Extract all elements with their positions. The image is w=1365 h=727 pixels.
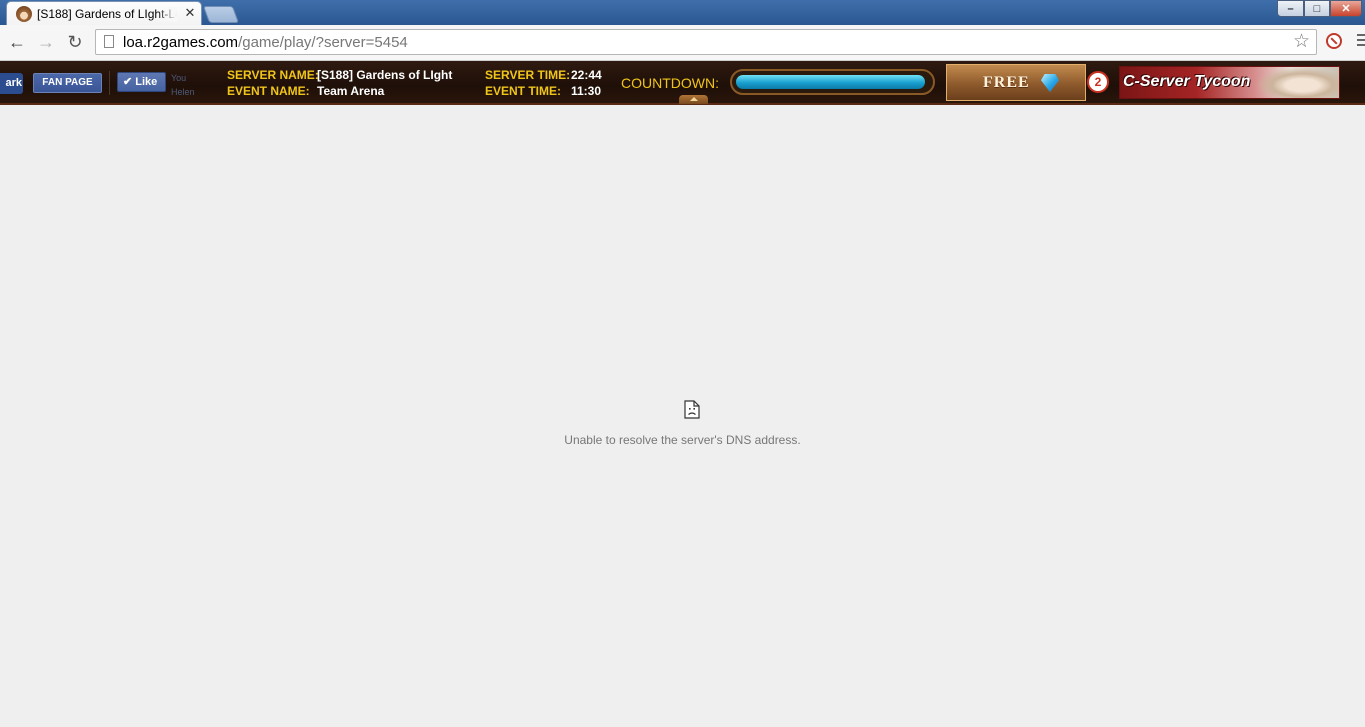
url-host: loa.r2games.com: [123, 34, 239, 51]
url-path: /game/play/?server=5454: [238, 34, 408, 51]
server-name-label: SERVER NAME:: [227, 68, 319, 82]
free-gems-banner[interactable]: FREE: [946, 64, 1086, 101]
new-tab-button[interactable]: [202, 6, 240, 23]
notification-badge-icon[interactable]: 2: [1087, 71, 1109, 93]
countdown-label: COUNTDOWN:: [621, 75, 719, 91]
event-name-label: EVENT NAME:: [227, 84, 310, 98]
window-close-button[interactable]: ✕: [1330, 0, 1362, 17]
window-minimize-button[interactable]: –: [1277, 0, 1304, 17]
event-time-label: EVENT TIME:: [485, 84, 562, 98]
free-banner-text: FREE: [983, 74, 1030, 91]
page-icon: [104, 35, 114, 48]
event-time-value: 11:30: [571, 84, 602, 98]
divider: [109, 71, 110, 95]
gem-icon: [1041, 74, 1059, 92]
bookmark-button[interactable]: ark: [0, 73, 23, 94]
c-server-tycoon-banner[interactable]: C-Server Tycoon: [1119, 66, 1340, 99]
tab-title: [S188] Gardens of LIght-Le: [37, 7, 177, 22]
sad-page-icon: [684, 400, 700, 419]
like-friend-helen[interactable]: Helen: [171, 86, 195, 98]
countdown-progress-fill: [736, 75, 925, 89]
check-icon: ✔: [123, 76, 133, 88]
address-bar[interactable]: loa.r2games.com/game/play/?server=5454 ☆: [95, 29, 1317, 55]
countdown-progress-bar: [730, 69, 935, 95]
character-portrait-image: [1255, 67, 1339, 98]
tab-close-icon[interactable]: ✕: [183, 6, 197, 20]
close-icon: ✕: [1341, 3, 1351, 15]
like-friend-you: You: [171, 73, 187, 83]
facebook-like-button[interactable]: ✔ Like: [117, 72, 166, 92]
like-label: Like: [135, 76, 158, 88]
error-message: Unable to resolve the server's DNS addre…: [564, 433, 801, 447]
countdown-toggle-icon[interactable]: [679, 95, 708, 104]
maximize-icon: □: [1313, 3, 1321, 15]
minimize-icon: –: [1287, 3, 1294, 15]
bookmark-star-icon[interactable]: ☆: [1293, 32, 1310, 52]
server-time-label: SERVER TIME:: [485, 68, 571, 82]
reload-button[interactable]: ↻: [64, 31, 86, 53]
server-time-value: 22:44: [571, 68, 602, 82]
window-maximize-button[interactable]: □: [1304, 0, 1330, 17]
forward-button[interactable]: →: [35, 31, 57, 53]
browser-toolbar: ← → ↻ loa.r2games.com/game/play/?server=…: [0, 25, 1365, 61]
server-name-value: [S188] Gardens of LIght: [317, 68, 453, 82]
menu-icon[interactable]: [1357, 34, 1365, 50]
active-tab[interactable]: [S188] Gardens of LIght-Le ✕: [6, 1, 202, 25]
tycoon-banner-text: C-Server Tycoon: [1123, 73, 1251, 90]
game-header-bar: ark FAN PAGE ✔ Like You Helen SERVER NAME…: [0, 61, 1365, 105]
back-button[interactable]: ←: [6, 31, 28, 53]
tab-strip: [S188] Gardens of LIght-Le ✕ – □ ✕: [0, 0, 1365, 25]
event-name-value: Team Arena: [317, 84, 385, 98]
game-favicon-icon: [16, 6, 32, 22]
fan-page-button[interactable]: FAN PAGE: [33, 73, 102, 93]
url-text[interactable]: loa.r2games.com/game/play/?server=5454: [123, 34, 408, 51]
extension-block-icon[interactable]: [1326, 33, 1342, 49]
